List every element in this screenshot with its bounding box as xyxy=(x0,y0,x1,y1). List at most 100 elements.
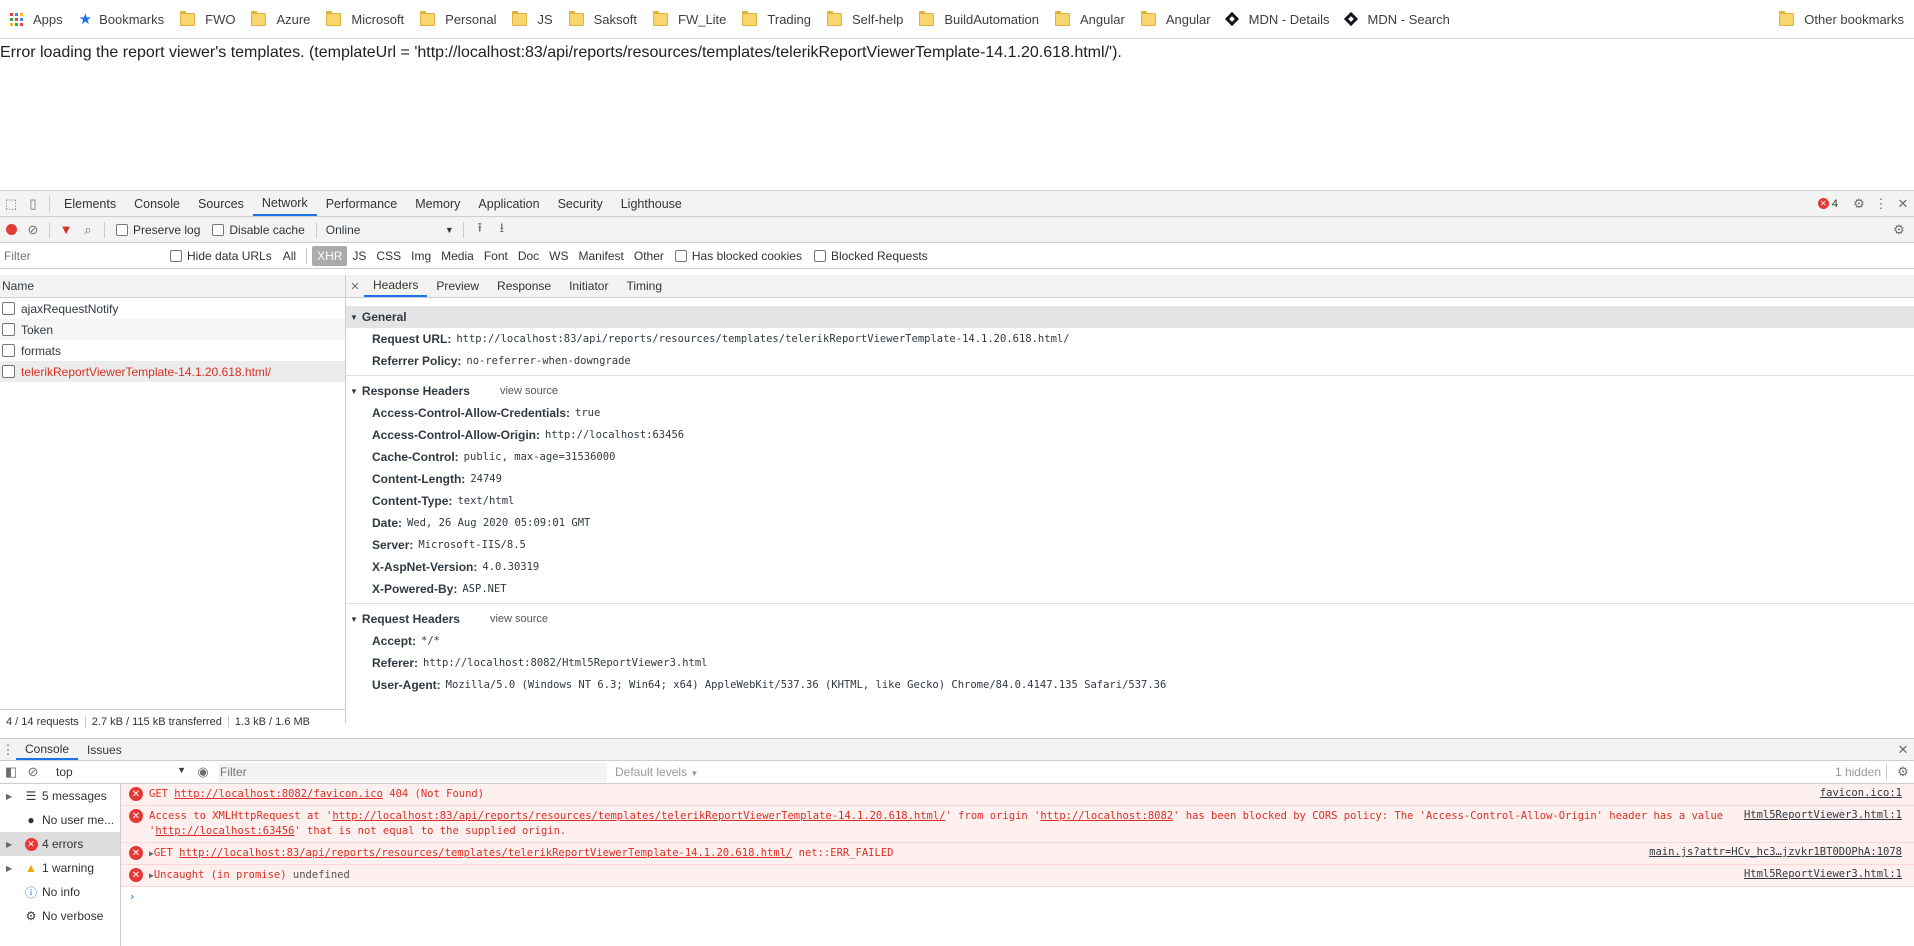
tab-memory[interactable]: Memory xyxy=(406,191,469,216)
tab-performance[interactable]: Performance xyxy=(317,191,407,216)
column-header-name[interactable]: Name xyxy=(0,275,345,298)
sidebar-item-messages[interactable]: ▶ ☰ 5 messages xyxy=(0,784,120,808)
filter-type-js[interactable]: JS xyxy=(347,246,371,266)
disable-cache-checkbox[interactable]: Disable cache xyxy=(212,223,305,237)
inspect-element-icon[interactable]: ⬚ xyxy=(0,193,22,215)
message-link[interactable]: http://localhost:83/api/reports/resource… xyxy=(179,847,792,859)
tab-timing[interactable]: Timing xyxy=(617,275,671,297)
console-prompt[interactable]: › xyxy=(121,887,1914,907)
filter-input[interactable] xyxy=(2,245,164,266)
message-link[interactable]: http://localhost:83/api/reports/resource… xyxy=(332,810,945,822)
bookmark-folder[interactable]: FW_Lite xyxy=(647,5,732,33)
filter-type-other[interactable]: Other xyxy=(629,246,669,266)
section-request-headers[interactable]: ▼ Request Headers view source xyxy=(346,608,1914,630)
filter-type-ws[interactable]: WS xyxy=(544,246,573,266)
bookmark-bookmarks[interactable]: ★ Bookmarks xyxy=(73,5,170,33)
bookmark-mdn-details[interactable]: MDN - Details xyxy=(1221,5,1336,33)
view-source-link[interactable]: view source xyxy=(490,613,548,625)
throttle-select[interactable]: Online ▼ xyxy=(322,223,458,237)
filter-type-img[interactable]: Img xyxy=(406,246,436,266)
clear-console-icon[interactable]: ⊘ xyxy=(22,761,44,783)
hide-data-urls-checkbox[interactable]: Hide data URLs xyxy=(170,249,272,263)
console-error-message[interactable]: ✕ ▶Uncaught (in promise) undefined Html5… xyxy=(121,865,1914,887)
error-counter[interactable]: ✕ 4 xyxy=(1817,198,1838,210)
import-har-icon[interactable]: ⭱ xyxy=(469,219,491,241)
console-error-message[interactable]: ✕ ▶GET http://localhost:83/api/reports/r… xyxy=(121,843,1914,865)
tab-application[interactable]: Application xyxy=(469,191,548,216)
bookmark-folder[interactable]: Angular xyxy=(1135,5,1217,33)
settings-gear-icon[interactable]: ⚙ xyxy=(1848,193,1870,215)
drawer-menu-icon[interactable]: ⋮ xyxy=(0,739,16,761)
request-row-selected[interactable]: telerikReportViewerTemplate-14.1.20.618.… xyxy=(0,361,345,382)
network-settings-gear-icon[interactable]: ⚙ xyxy=(1888,219,1910,241)
bookmark-folder[interactable]: FWO xyxy=(174,5,241,33)
message-source-link[interactable]: favicon.ico:1 xyxy=(1820,787,1902,802)
section-general[interactable]: ▼ General xyxy=(346,306,1914,328)
sidebar-toggle-icon[interactable]: ◧ xyxy=(0,761,22,783)
bookmark-folder[interactable]: Azure xyxy=(245,5,316,33)
filter-type-css[interactable]: CSS xyxy=(371,246,406,266)
bookmark-apps[interactable]: Apps xyxy=(4,5,69,33)
sidebar-item-verbose[interactable]: ⚙ No verbose xyxy=(0,904,120,928)
more-options-icon[interactable]: ⋮ xyxy=(1870,193,1892,215)
tab-security[interactable]: Security xyxy=(549,191,612,216)
console-settings-gear-icon[interactable]: ⚙ xyxy=(1892,761,1914,783)
bookmark-folder[interactable]: Angular xyxy=(1049,5,1131,33)
bookmark-folder[interactable]: Saksoft xyxy=(563,5,643,33)
device-toolbar-icon[interactable]: ▯ xyxy=(22,193,44,215)
log-levels-select[interactable]: Default levels ▼ xyxy=(615,765,698,779)
drawer-tab-issues[interactable]: Issues xyxy=(78,739,131,760)
message-link[interactable]: http://localhost:8082/favicon.ico xyxy=(174,788,383,800)
console-filter-input[interactable] xyxy=(218,762,607,782)
request-row[interactable]: Token xyxy=(0,319,345,340)
close-devtools-icon[interactable]: ✕ xyxy=(1892,193,1914,215)
view-source-link[interactable]: view source xyxy=(500,385,558,397)
context-select[interactable]: top ▼ xyxy=(50,765,192,779)
eye-icon[interactable]: ◉ xyxy=(192,761,214,783)
filter-type-font[interactable]: Font xyxy=(479,246,513,266)
tab-console[interactable]: Console xyxy=(125,191,189,216)
blocked-cookies-checkbox[interactable]: Has blocked cookies xyxy=(674,249,802,263)
filter-type-doc[interactable]: Doc xyxy=(513,246,544,266)
tab-network[interactable]: Network xyxy=(252,191,317,216)
blocked-requests-checkbox[interactable]: Blocked Requests xyxy=(813,249,928,263)
bookmark-other[interactable]: Other bookmarks xyxy=(1773,5,1910,33)
tab-response[interactable]: Response xyxy=(488,275,560,297)
message-source-link[interactable]: Html5ReportViewer3.html:1 xyxy=(1744,868,1902,883)
tab-lighthouse[interactable]: Lighthouse xyxy=(612,191,691,216)
clear-icon[interactable]: ⊘ xyxy=(22,219,44,241)
bookmark-folder[interactable]: Self-help xyxy=(821,5,909,33)
filter-icon[interactable]: ▼ xyxy=(55,219,77,241)
close-drawer-icon[interactable]: ✕ xyxy=(1892,739,1914,761)
section-response-headers[interactable]: ▼ Response Headers view source xyxy=(346,380,1914,402)
sidebar-item-errors[interactable]: ▶ ✕ 4 errors xyxy=(0,832,120,856)
filter-type-manifest[interactable]: Manifest xyxy=(574,246,629,266)
tab-elements[interactable]: Elements xyxy=(55,191,125,216)
bookmark-folder[interactable]: Trading xyxy=(736,5,817,33)
filter-type-all[interactable]: All xyxy=(278,246,301,266)
message-source-link[interactable]: Html5ReportViewer3.html:1 xyxy=(1744,809,1902,839)
sidebar-item-warnings[interactable]: ▶ ▲ 1 warning xyxy=(0,856,120,880)
sidebar-item-info[interactable]: ⓘ No info xyxy=(0,880,120,904)
filter-type-media[interactable]: Media xyxy=(436,246,479,266)
sidebar-item-user-messages[interactable]: ● No user me... xyxy=(0,808,120,832)
tab-preview[interactable]: Preview xyxy=(427,275,488,297)
close-detail-icon[interactable]: ✕ xyxy=(346,275,364,297)
bookmark-folder[interactable]: JS xyxy=(506,5,558,33)
filter-type-xhr[interactable]: XHR xyxy=(312,245,348,266)
record-icon[interactable] xyxy=(0,219,22,241)
message-source-link[interactable]: main.js?attr=HCv_hc3…jzvkr1BT0DOPhA:1078 xyxy=(1649,846,1902,861)
bookmark-mdn-search[interactable]: MDN - Search xyxy=(1340,5,1456,33)
request-row[interactable]: formats xyxy=(0,340,345,361)
bookmark-folder[interactable]: Microsoft xyxy=(320,5,410,33)
bookmark-folder[interactable]: BuildAutomation xyxy=(913,5,1045,33)
message-link[interactable]: http://localhost:8082 xyxy=(1040,810,1173,822)
tab-headers[interactable]: Headers xyxy=(364,275,428,297)
preserve-log-checkbox[interactable]: Preserve log xyxy=(116,223,200,237)
export-har-icon[interactable]: ⭳ xyxy=(491,219,513,241)
tab-initiator[interactable]: Initiator xyxy=(560,275,617,297)
search-icon[interactable]: ⌕ xyxy=(77,219,99,241)
request-row[interactable]: ajaxRequestNotify xyxy=(0,298,345,319)
drawer-tab-console[interactable]: Console xyxy=(16,739,79,760)
tab-sources[interactable]: Sources xyxy=(189,191,253,216)
